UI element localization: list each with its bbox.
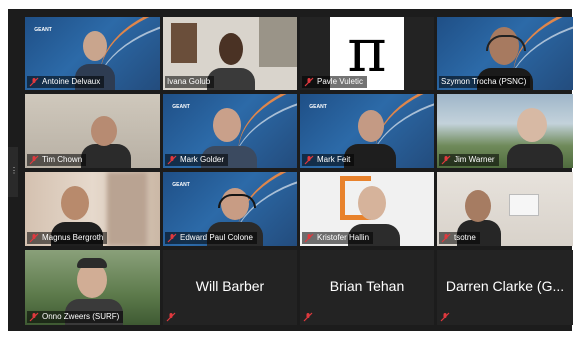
participant-tile[interactable]: Magnus Bergroth <box>25 172 160 246</box>
microphone-muted-icon <box>304 233 314 243</box>
participant-name-tag: Tim Chown <box>27 154 87 166</box>
microphone-muted-icon <box>440 312 450 322</box>
participant-face <box>219 33 243 65</box>
sidebar-handle-icon: ⋮ <box>10 166 18 175</box>
participant-name-tag: Kristofer Hallin <box>302 232 374 244</box>
participant-name-tag: Mark Golder <box>165 154 229 166</box>
participant-name: Brian Tehan <box>329 278 405 294</box>
participant-name-tag: Antoine Delvaux <box>27 76 105 88</box>
participant-tile[interactable]: GEANT Mark Feit <box>300 94 434 168</box>
participant-name-tag: Onno Zweers (SURF) <box>27 311 124 323</box>
background-shelf <box>171 23 197 63</box>
participant-name: Will Barber <box>195 278 265 294</box>
participant-face <box>517 108 547 142</box>
microphone-muted-icon <box>304 155 314 165</box>
logo-icon: GEANT <box>34 27 52 33</box>
participant-face <box>465 190 491 222</box>
microphone-muted-icon <box>303 312 313 322</box>
participant-tile[interactable]: Jim Warner <box>437 94 573 168</box>
participant-name-tag: Mark Feit <box>302 154 355 166</box>
participant-name-tag: tsotne <box>439 232 480 244</box>
video-grid: GEANT Antoine Delvaux Ivana Golub π Pavl… <box>25 17 573 339</box>
participant-tile[interactable]: GEANT Mark Golder <box>163 94 297 168</box>
background-appliance <box>509 194 539 216</box>
participant-name-tag: Edward Paul Colone <box>165 232 257 244</box>
participant-tile[interactable]: Kristofer Hallin <box>300 172 434 246</box>
participant-name: Mark Feit <box>317 155 351 164</box>
participant-tile[interactable]: π Pavle Vuletic <box>300 17 434 90</box>
microphone-muted-icon <box>29 312 39 322</box>
participant-name-tag: Pavle Vuletic <box>302 76 367 88</box>
participant-face <box>83 31 107 61</box>
headset-icon <box>218 194 256 208</box>
participant-name: Jim Warner <box>454 155 495 164</box>
participant-face <box>91 116 117 146</box>
participant-face <box>61 186 89 220</box>
participant-name: Kristofer Hallin <box>317 233 370 242</box>
participant-tile[interactable]: GEANT Edward Paul Colone <box>163 172 297 246</box>
microphone-muted-icon <box>166 312 176 322</box>
microphone-muted-icon <box>29 77 39 87</box>
participant-name: Ivana Golub <box>167 77 211 86</box>
participant-name: Antoine Delvaux <box>42 77 101 86</box>
participant-name: Szymon Trocha (PSNC) <box>441 77 527 86</box>
participant-body <box>207 68 255 90</box>
participant-name-tag: Szymon Trocha (PSNC) <box>439 76 531 88</box>
logo-icon: GEANT <box>172 182 190 188</box>
background-door <box>259 17 297 67</box>
participant-name: Onno Zweers (SURF) <box>42 312 120 321</box>
participant-name: Magnus Bergroth <box>42 233 104 242</box>
participant-tile[interactable]: GEANT Antoine Delvaux <box>25 17 160 90</box>
meeting-window: ⋮ GEANT Antoine Delvaux Ivana Golub π Pa… <box>8 9 573 331</box>
participant-tile-active-speaker[interactable]: Szymon Trocha (PSNC) <box>437 17 573 90</box>
background-blur <box>107 172 147 246</box>
participant-tile[interactable]: tsotne <box>437 172 573 246</box>
participant-name: Edward Paul Colone <box>180 233 253 242</box>
participant-name: tsotne <box>454 233 476 242</box>
participant-face <box>358 110 384 142</box>
participant-tile-no-video[interactable]: Brian Tehan <box>300 250 434 325</box>
participant-name: Pavle Vuletic <box>317 77 363 86</box>
participant-tile[interactable]: Ivana Golub <box>163 17 297 90</box>
microphone-muted-icon <box>167 233 177 243</box>
participant-body <box>81 144 131 168</box>
participant-tile[interactable]: Tim Chown <box>25 94 160 168</box>
microphone-muted-icon <box>167 155 177 165</box>
logo-icon: GEANT <box>309 104 327 110</box>
cap-icon <box>77 258 107 268</box>
participant-name: Mark Golder <box>180 155 225 164</box>
participant-tile-no-video[interactable]: Darren Clarke (G... <box>437 250 573 325</box>
microphone-muted-icon <box>29 233 39 243</box>
participant-tile-no-video[interactable]: Will Barber <box>163 250 297 325</box>
microphone-muted-icon <box>29 155 39 165</box>
pi-symbol: π <box>347 17 387 86</box>
microphone-muted-icon <box>441 155 451 165</box>
microphone-muted-icon <box>304 77 314 87</box>
logo-icon: GEANT <box>172 104 190 110</box>
participant-face <box>213 108 241 142</box>
participant-tile[interactable]: Onno Zweers (SURF) <box>25 250 160 325</box>
participant-name: Tim Chown <box>42 155 83 164</box>
microphone-muted-icon <box>441 233 451 243</box>
sidebar-handle[interactable]: ⋮ <box>8 147 18 197</box>
participant-name-tag: Magnus Bergroth <box>27 232 108 244</box>
participant-name-tag: Ivana Golub <box>165 76 215 88</box>
participant-name-tag: Jim Warner <box>439 154 499 166</box>
participant-body <box>507 144 563 168</box>
participant-face <box>358 186 386 220</box>
participant-name: Darren Clarke (G... <box>445 278 565 294</box>
